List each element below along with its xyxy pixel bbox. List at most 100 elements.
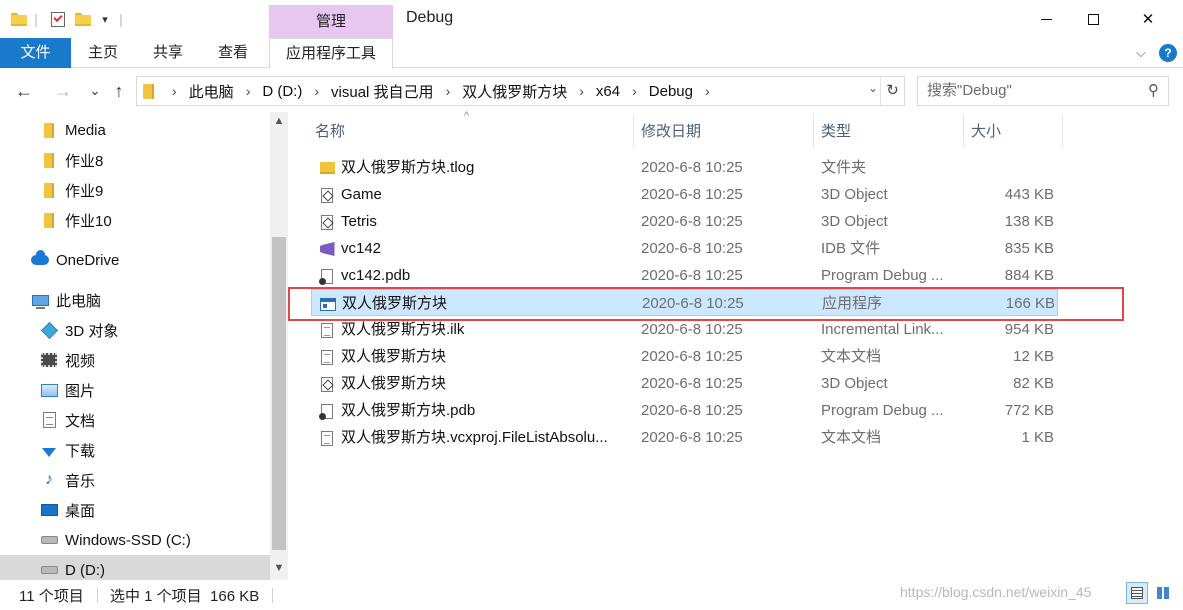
maximize-button[interactable] [1070, 0, 1116, 38]
file-size: 835 KB [1004, 240, 1054, 257]
file-date: 2020-6-8 10:25 [641, 186, 743, 203]
tab-home[interactable]: 主页 [78, 38, 128, 68]
column-divider[interactable] [963, 114, 964, 148]
nav-item-label: 此电脑 [56, 292, 102, 310]
new-folder-icon[interactable] [74, 9, 92, 29]
recent-locations-button[interactable]: ⌄ [84, 79, 106, 103]
nav-item-this-pc[interactable]: 此电脑 [31, 285, 101, 315]
file-row[interactable]: 双人俄罗斯方块.vcxproj.FileListAbsolu... 2020-6… [311, 424, 1058, 451]
search-icon: ⚲ [1148, 82, 1159, 99]
file-row[interactable]: 双人俄罗斯方块 2020-6-8 10:25 3D Object 82 KB [311, 370, 1058, 397]
tab-application-tools[interactable]: 应用程序工具 [269, 38, 393, 69]
nav-item-pictures[interactable]: 图片 [40, 375, 95, 405]
videos-icon [40, 352, 58, 368]
tab-file[interactable]: 文件 [0, 38, 71, 68]
nav-item-label: Windows-SSD (C:) [65, 531, 191, 549]
column-header-type[interactable]: 类型 [821, 118, 851, 146]
address-bar[interactable]: › 此电脑 › D (D:) › visual 我自己用 › 双人俄罗斯方块 ›… [136, 76, 905, 106]
file-date: 2020-6-8 10:25 [641, 375, 743, 392]
breadcrumb-separator-icon: › [172, 83, 177, 99]
navigation-scrollbar[interactable]: ▲ ▼ [270, 112, 288, 580]
file-row[interactable]: 双人俄罗斯方块.pdb 2020-6-8 10:25 Program Debug… [311, 397, 1058, 424]
folder-icon [143, 83, 154, 99]
scroll-up-icon[interactable]: ▲ [270, 115, 288, 127]
column-divider[interactable] [1062, 114, 1063, 148]
back-button[interactable]: ← [13, 79, 35, 103]
file-row[interactable]: vc142 2020-6-8 10:25 IDB 文件 835 KB [311, 235, 1058, 262]
nav-item-music[interactable]: ♪ 音乐 [40, 465, 95, 495]
breadcrumb-x64[interactable]: x64 [596, 83, 620, 100]
nav-item-3d-objects[interactable]: 3D 对象 [40, 315, 118, 345]
folder-icon [40, 212, 58, 228]
breadcrumb-this-pc[interactable]: 此电脑 [189, 81, 234, 102]
column-header-name[interactable]: 名称 [315, 118, 345, 146]
properties-icon[interactable] [48, 9, 68, 29]
refresh-button[interactable]: ↻ [880, 77, 904, 105]
details-view-button[interactable] [1126, 582, 1148, 604]
breadcrumb-separator-icon[interactable]: › [446, 83, 451, 99]
nav-item-label: 视频 [65, 352, 96, 370]
file-row[interactable]: 双人俄罗斯方块.tlog 2020-6-8 10:25 文件夹 [311, 154, 1058, 181]
nav-item-documents[interactable]: 文档 [40, 405, 95, 435]
nav-item-onedrive[interactable]: OneDrive [31, 245, 119, 275]
file-row[interactable]: Game 2020-6-8 10:25 3D Object 443 KB [311, 181, 1058, 208]
column-divider[interactable] [633, 114, 634, 148]
breadcrumb-separator-icon[interactable]: › [632, 83, 637, 99]
folder-icon [10, 9, 28, 29]
nav-item-desktop[interactable]: 桌面 [40, 495, 95, 525]
file-size: 12 KB [1013, 348, 1054, 365]
search-input[interactable]: 搜索"Debug" ⚲ [917, 76, 1169, 106]
breadcrumb-separator-icon[interactable]: › [246, 83, 251, 99]
file-row[interactable]: vc142.pdb 2020-6-8 10:25 Program Debug .… [311, 262, 1058, 289]
tab-share[interactable]: 共享 [143, 38, 193, 68]
breadcrumb-separator-icon[interactable]: › [579, 83, 584, 99]
large-icons-view-button[interactable] [1152, 582, 1174, 604]
selection-info: 选中 1 个项目 166 KB [110, 588, 260, 605]
column-header-size[interactable]: 大小 [971, 118, 1001, 146]
breadcrumb-separator-icon[interactable]: › [314, 83, 319, 99]
breadcrumb-drive-d[interactable]: D (D:) [262, 83, 302, 100]
forward-button[interactable]: → [52, 79, 74, 103]
maximize-icon [1087, 13, 1099, 25]
up-button[interactable]: ↑ [108, 79, 130, 103]
nav-item-homework9[interactable]: 作业9 [40, 175, 103, 205]
nav-item-label: 作业8 [65, 152, 104, 170]
minimize-button[interactable] [1023, 0, 1069, 38]
file-type: 文本文档 [821, 348, 882, 365]
file-date: 2020-6-8 10:25 [641, 213, 743, 230]
nav-item-drive-d[interactable]: D (D:) [0, 555, 270, 580]
file-row[interactable]: Tetris 2020-6-8 10:25 3D Object 138 KB [311, 208, 1058, 235]
address-history-chevron-icon[interactable]: ⌄ [868, 81, 878, 95]
help-icon[interactable]: ? [1159, 44, 1177, 62]
manage-context-tab[interactable]: 管理 [269, 5, 393, 38]
column-divider[interactable] [813, 114, 814, 148]
folder-icon [319, 160, 335, 176]
sort-ascending-icon: ^ [464, 110, 470, 122]
status-divider [272, 588, 273, 603]
nav-item-homework10[interactable]: 作业10 [40, 205, 112, 235]
breadcrumb-visual[interactable]: visual 我自己用 [331, 81, 434, 102]
breadcrumb-project[interactable]: 双人俄罗斯方块 [462, 81, 567, 102]
column-header-date[interactable]: 修改日期 [641, 118, 701, 146]
navigation-pane: Media 作业8 作业9 作业10 OneDrive 此电脑 3D 对象 视频… [0, 112, 270, 580]
file-size: 443 KB [1004, 186, 1054, 203]
breadcrumb-separator-icon[interactable]: › [705, 83, 710, 99]
scroll-down-icon[interactable]: ▼ [270, 562, 288, 574]
file-row[interactable]: 双人俄罗斯方块 2020-6-8 10:25 文本文档 12 KB [311, 343, 1058, 370]
nav-item-homework8[interactable]: 作业8 [40, 145, 103, 175]
close-button[interactable]: ✕ [1125, 0, 1171, 38]
scrollbar-thumb[interactable] [272, 237, 286, 550]
expand-ribbon-icon[interactable]: ⌵ [1136, 45, 1146, 61]
pdb-file-icon [319, 268, 335, 285]
customize-quick-access-icon[interactable]: ▾ [98, 9, 112, 29]
tab-view[interactable]: 查看 [208, 38, 258, 68]
file-size: 82 KB [1013, 375, 1054, 392]
red-annotation-box [288, 287, 1124, 321]
nav-item-videos[interactable]: 视频 [40, 345, 95, 375]
nav-item-drive-c[interactable]: Windows-SSD (C:) [40, 525, 191, 555]
ribbon-tabs: 文件 主页 共享 查看 应用程序工具 ⌵ [0, 38, 1183, 69]
nav-item-media[interactable]: Media [40, 115, 106, 145]
desktop-icon [40, 502, 58, 518]
breadcrumb-debug[interactable]: Debug [649, 83, 693, 100]
nav-item-downloads[interactable]: 下载 [40, 435, 95, 465]
